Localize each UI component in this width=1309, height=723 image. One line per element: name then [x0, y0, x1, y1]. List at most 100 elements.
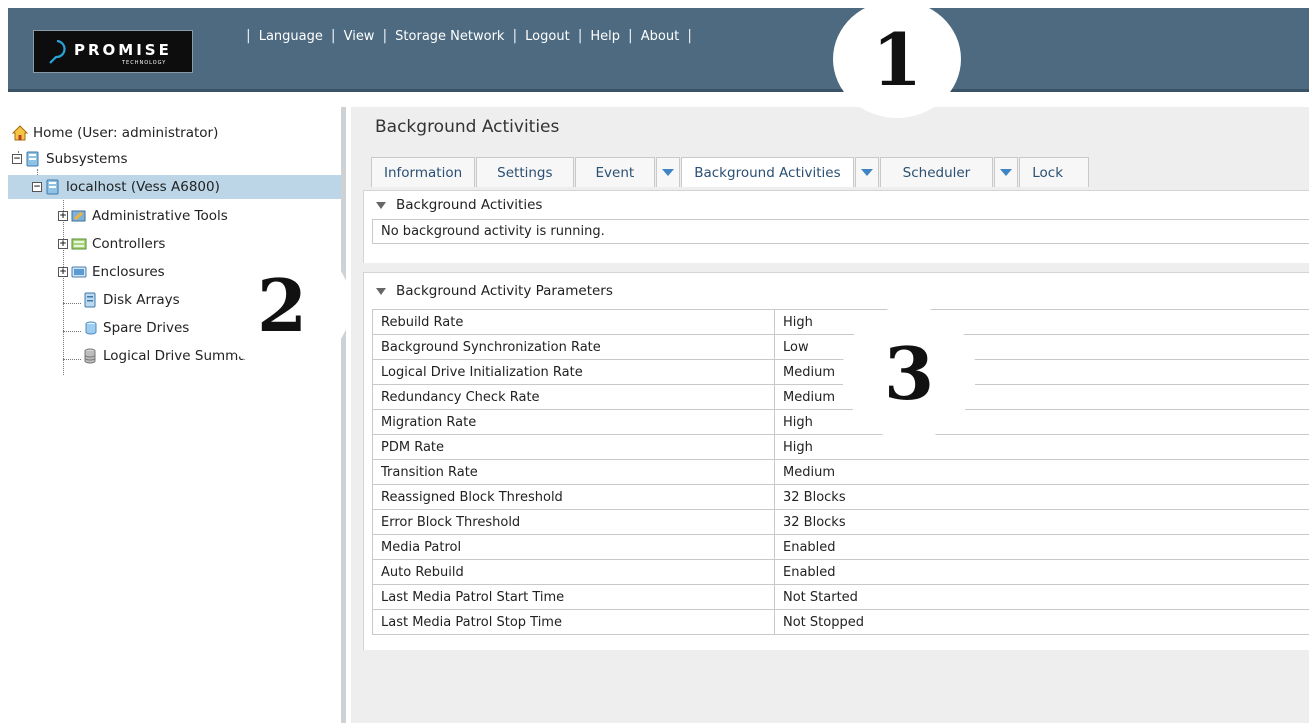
nav-language[interactable]: Language [259, 29, 323, 44]
expand-icon[interactable]: + [58, 267, 68, 277]
expand-icon[interactable]: + [58, 239, 68, 249]
parameter-name: Last Media Patrol Start Time [372, 584, 775, 610]
background-activities-header[interactable]: Background Activities [364, 191, 1309, 219]
tree-item-controllers[interactable]: + Controllers [58, 232, 165, 256]
logo-subtitle: TECHNOLOGY [122, 60, 167, 66]
tab-scheduler-dropdown[interactable] [994, 157, 1019, 187]
parameter-value: Not Started [774, 584, 1309, 610]
spare-drive-icon [85, 321, 97, 335]
tree-label-controllers: Controllers [92, 236, 166, 252]
background-parameters-section: Background Activity Parameters Rebuild R… [363, 272, 1309, 650]
tree-label-disk-arrays: Disk Arrays [103, 292, 180, 308]
table-row: Rebuild Rate High [372, 309, 1309, 335]
top-header: PROMISE TECHNOLOGY | Language | View | S… [8, 8, 1309, 92]
tab-settings[interactable]: Settings [476, 157, 574, 187]
table-row: Transition Rate Medium [372, 459, 1309, 485]
parameter-value: 32 Blocks [774, 484, 1309, 510]
table-row: Migration Rate High [372, 409, 1309, 435]
nav-about[interactable]: About [641, 29, 679, 44]
tree-item-enclosures[interactable]: + Enclosures [58, 260, 165, 284]
logo-name: PROMISE [74, 41, 172, 59]
table-row: PDM Rate High [372, 434, 1309, 460]
nav-logout[interactable]: Logout [525, 29, 570, 44]
collapse-icon[interactable]: − [32, 182, 42, 192]
status-message: No background activity is running. [372, 219, 1309, 244]
parameter-value: High [774, 309, 1309, 335]
page-title: Background Activities [375, 117, 560, 137]
tab-lock[interactable]: Lock [1019, 157, 1090, 187]
chevron-down-icon [1000, 169, 1013, 176]
table-row: Last Media Patrol Stop Time Not Stopped [372, 609, 1309, 635]
tab-event[interactable]: Event [574, 157, 656, 187]
table-row: Auto Rebuild Enabled [372, 559, 1309, 585]
main-panel: Background Activities Information Settin… [351, 107, 1309, 723]
parameter-name: Background Synchronization Rate [372, 334, 775, 360]
tree-label-spare-drives: Spare Drives [103, 320, 190, 336]
promise-logo-icon [49, 39, 66, 64]
nav-view[interactable]: View [344, 29, 375, 44]
home-icon [12, 125, 28, 141]
parameter-name: Migration Rate [372, 409, 775, 435]
parameter-name: Reassigned Block Threshold [372, 484, 775, 510]
background-activities-section: Background Activities No background acti… [363, 190, 1309, 263]
tab-bar: Information Settings Event Background Ac… [371, 157, 1090, 187]
table-row: Media Patrol Enabled [372, 534, 1309, 560]
disk-array-icon [84, 292, 96, 308]
tree-item-subsystems[interactable]: − Subsystems [12, 147, 128, 171]
tree-item-home[interactable]: Home (User: administrator) [12, 121, 218, 145]
enclosure-icon [71, 266, 87, 278]
promise-logo: PROMISE TECHNOLOGY [33, 30, 193, 73]
table-row: Last Media Patrol Start Time Not Started [372, 584, 1309, 610]
nav-help[interactable]: Help [590, 29, 620, 44]
tree-label-subsystems: Subsystems [46, 151, 128, 167]
tab-scheduler[interactable]: Scheduler [879, 157, 994, 187]
parameter-value: Enabled [774, 559, 1309, 585]
parameter-name: PDM Rate [372, 434, 775, 460]
tree-item-localhost[interactable]: − localhost (Vess A6800) [8, 175, 341, 199]
callout-1: 1 [833, 0, 961, 118]
collapse-icon[interactable]: − [12, 154, 22, 164]
collapse-caret-icon [376, 201, 386, 209]
tree-item-administrative-tools[interactable]: + Administrative Tools [58, 204, 228, 228]
tree-label-localhost: localhost (Vess A6800) [66, 179, 220, 195]
parameters-table: Rebuild Rate High Background Synchronizati… [372, 309, 1309, 635]
logical-drive-icon [84, 348, 96, 364]
background-parameters-header[interactable]: Background Activity Parameters [364, 273, 1309, 309]
tab-event-dropdown[interactable] [656, 157, 681, 187]
parameter-name: Redundancy Check Rate [372, 384, 775, 410]
parameter-value: Medium [774, 459, 1309, 485]
navigation-tree: Home (User: administrator) − Subsystems … [8, 107, 346, 723]
chevron-down-icon [662, 169, 675, 176]
table-row: Reassigned Block Threshold 32 Blocks [372, 484, 1309, 510]
parameter-name: Rebuild Rate [372, 309, 775, 335]
tab-background-dropdown[interactable] [854, 157, 879, 187]
top-nav: | Language | View | Storage Network | Lo… [246, 28, 692, 44]
expand-icon[interactable]: + [58, 211, 68, 221]
section-title: Background Activities [396, 197, 543, 213]
chevron-down-icon [860, 169, 873, 176]
parameter-name: Transition Rate [372, 459, 775, 485]
tree-label-home: Home (User: administrator) [33, 125, 219, 141]
section-title: Background Activity Parameters [396, 283, 613, 299]
table-row: Redundancy Check Rate Medium [372, 384, 1309, 410]
tree-label-administrative-tools: Administrative Tools [92, 208, 228, 224]
table-row: Logical Drive Initialization Rate Medium [372, 359, 1309, 385]
parameter-name: Media Patrol [372, 534, 775, 560]
parameter-name: Logical Drive Initialization Rate [372, 359, 775, 385]
tab-information[interactable]: Information [371, 157, 476, 187]
tab-background-activities[interactable]: Background Activities [681, 157, 854, 187]
collapse-caret-icon [376, 287, 386, 295]
controller-icon [71, 238, 87, 250]
parameter-value: High [774, 434, 1309, 460]
parameter-name: Last Media Patrol Stop Time [372, 609, 775, 635]
admin-tools-icon [71, 210, 86, 222]
table-row: Error Block Threshold 32 Blocks [372, 509, 1309, 535]
table-row: Background Synchronization Rate Low [372, 334, 1309, 360]
tree-item-disk-arrays[interactable]: Disk Arrays [82, 288, 180, 312]
callout-2: 2 [213, 240, 351, 370]
callout-3: 3 [842, 306, 976, 440]
nav-storage-network[interactable]: Storage Network [395, 29, 504, 44]
parameter-name: Auto Rebuild [372, 559, 775, 585]
tree-item-spare-drives[interactable]: Spare Drives [82, 316, 189, 340]
parameter-value: Not Stopped [774, 609, 1309, 635]
